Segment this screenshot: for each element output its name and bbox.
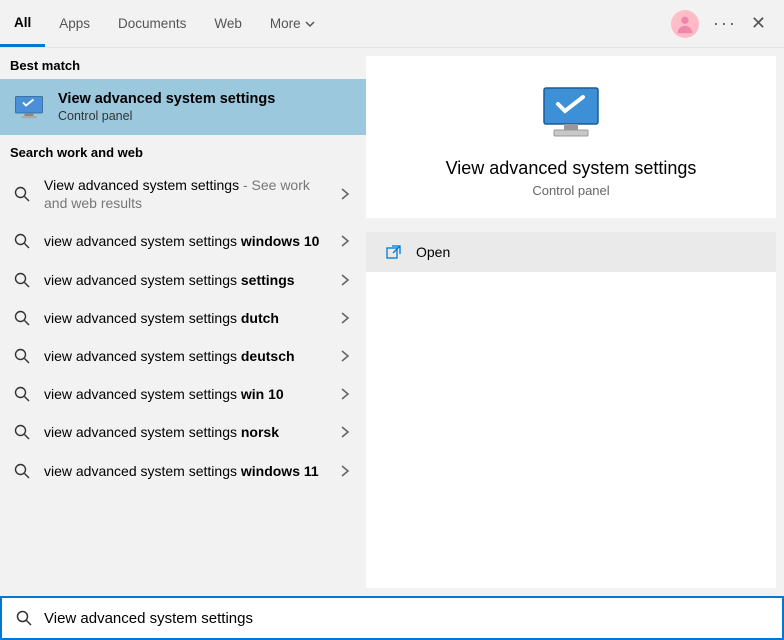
results-panel: Best match View advanced system settings…: [0, 48, 366, 596]
search-bar[interactable]: [0, 596, 784, 640]
search-input[interactable]: [44, 610, 768, 627]
chevron-right-icon: [338, 464, 352, 478]
chevron-right-icon: [338, 187, 352, 201]
best-match-text: View advanced system settings Control pa…: [58, 91, 275, 123]
results-list: View advanced system settings - See work…: [0, 166, 366, 490]
best-match-subtitle: Control panel: [58, 109, 275, 123]
chevron-right-icon: [338, 387, 352, 401]
search-icon: [14, 186, 30, 202]
result-text: view advanced system settings settings: [44, 271, 324, 289]
tab-more-label: More: [270, 16, 301, 31]
result-text: view advanced system settings win 10: [44, 385, 324, 403]
result-text: view advanced system settings windows 10: [44, 232, 324, 250]
user-avatar[interactable]: [671, 10, 699, 38]
open-icon: [386, 244, 402, 260]
open-label: Open: [416, 244, 450, 260]
result-text: view advanced system settings dutch: [44, 309, 324, 327]
chevron-right-icon: [338, 349, 352, 363]
header-right: ··· ✕: [671, 10, 784, 38]
tab-apps[interactable]: Apps: [45, 0, 104, 47]
search-result[interactable]: view advanced system settings norsk: [0, 413, 366, 451]
search-icon: [14, 463, 30, 479]
detail-title: View advanced system settings: [446, 158, 697, 179]
tab-documents[interactable]: Documents: [104, 0, 200, 47]
content-area: Best match View advanced system settings…: [0, 48, 784, 596]
search-icon: [14, 233, 30, 249]
result-text: view advanced system settings deutsch: [44, 347, 324, 365]
search-result[interactable]: view advanced system settings dutch: [0, 299, 366, 337]
search-result[interactable]: view advanced system settings win 10: [0, 375, 366, 413]
search-result[interactable]: view advanced system settings windows 10: [0, 222, 366, 260]
detail-panel: View advanced system settings Control pa…: [366, 56, 776, 588]
detail-subtitle: Control panel: [532, 183, 609, 198]
chevron-right-icon: [338, 273, 352, 287]
detail-hero: View advanced system settings Control pa…: [366, 56, 776, 218]
search-icon: [14, 272, 30, 288]
result-text: view advanced system settings norsk: [44, 423, 324, 441]
best-match-item[interactable]: View advanced system settings Control pa…: [0, 79, 366, 135]
open-action[interactable]: Open: [366, 232, 776, 272]
chevron-right-icon: [338, 311, 352, 325]
more-options-icon[interactable]: ···: [713, 13, 737, 34]
search-result[interactable]: view advanced system settings windows 11: [0, 452, 366, 490]
chevron-down-icon: [305, 19, 315, 29]
tab-all[interactable]: All: [0, 0, 45, 47]
monitor-large-icon: [536, 84, 606, 140]
search-web-header: Search work and web: [0, 135, 366, 166]
result-text: View advanced system settings - See work…: [44, 176, 324, 212]
search-icon: [16, 610, 32, 626]
search-icon: [14, 386, 30, 402]
close-icon[interactable]: ✕: [751, 13, 766, 34]
search-result[interactable]: view advanced system settings settings: [0, 261, 366, 299]
tab-more[interactable]: More: [256, 0, 329, 47]
chevron-right-icon: [338, 425, 352, 439]
monitor-icon: [14, 95, 44, 119]
best-match-header: Best match: [0, 48, 366, 79]
header-bar: All Apps Documents Web More ··· ✕: [0, 0, 784, 48]
search-result[interactable]: view advanced system settings deutsch: [0, 337, 366, 375]
tab-web[interactable]: Web: [200, 0, 256, 47]
filter-tabs: All Apps Documents Web More: [0, 0, 329, 47]
chevron-right-icon: [338, 234, 352, 248]
search-icon: [14, 424, 30, 440]
best-match-title: View advanced system settings: [58, 91, 275, 107]
search-result[interactable]: View advanced system settings - See work…: [0, 166, 366, 222]
result-text: view advanced system settings windows 11: [44, 462, 324, 480]
search-icon: [14, 348, 30, 364]
detail-divider: [366, 218, 776, 232]
search-icon: [14, 310, 30, 326]
